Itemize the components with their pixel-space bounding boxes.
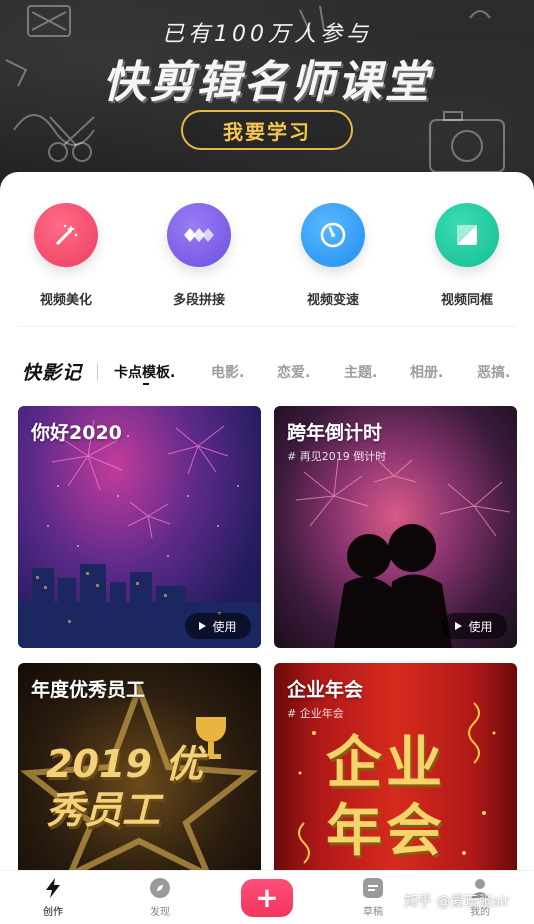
banner-subtitle: 已有100万人参与 bbox=[162, 22, 372, 47]
create-plus-button[interactable]: + bbox=[241, 879, 293, 917]
nav-discover[interactable]: 发现 bbox=[130, 877, 190, 918]
tool-label: 视频变速 bbox=[306, 293, 359, 308]
nav-label: 创作 bbox=[43, 907, 63, 918]
tool-speed-change[interactable]: 视频变速 bbox=[278, 203, 388, 308]
brand-logo: 快影记 bbox=[22, 362, 83, 384]
tab-love[interactable]: 恋爱. bbox=[277, 362, 310, 382]
card-hashtag: # 企业年会 bbox=[287, 707, 344, 720]
tab-separator bbox=[97, 363, 98, 381]
card-title: 你好2020 bbox=[31, 422, 122, 444]
tab-beat-template[interactable]: 卡点模板. bbox=[114, 362, 175, 382]
divider bbox=[18, 326, 516, 327]
play-icon bbox=[455, 622, 463, 630]
tool-video-beautify[interactable]: 视频美化 bbox=[11, 203, 121, 308]
active-tab-indicator bbox=[143, 383, 149, 385]
magic-wand-icon bbox=[34, 203, 98, 267]
tool-multi-splice[interactable]: 多段拼接 bbox=[144, 203, 254, 308]
tool-label: 多段拼接 bbox=[172, 293, 225, 308]
nav-label: 草稿 bbox=[363, 907, 383, 918]
main-sheet: 视频美化 多段拼接 视频变速 视频同框 快影记 卡点模板. 电影. 恋爱. 主题… bbox=[0, 172, 534, 924]
banner-title: 快剪辑名师课堂 bbox=[102, 57, 432, 108]
split-frame-icon bbox=[435, 203, 499, 267]
use-button[interactable]: 使用 bbox=[185, 613, 251, 639]
card-art-text: 企业 年会 bbox=[326, 730, 446, 864]
tool-label: 视频同框 bbox=[440, 293, 493, 308]
tab-album[interactable]: 相册. bbox=[410, 362, 443, 382]
segments-icon bbox=[167, 203, 231, 267]
use-button[interactable]: 使用 bbox=[441, 613, 507, 639]
tab-spoof[interactable]: 恶搞. bbox=[477, 362, 510, 382]
nav-drafts[interactable]: 草稿 bbox=[343, 877, 403, 918]
template-card[interactable]: 你好2020 使用 bbox=[18, 406, 261, 648]
card-hashtag: # 再见2019 倒计时 bbox=[287, 450, 387, 463]
card-art-text: 2019 优秀员工 bbox=[46, 742, 203, 832]
template-card[interactable]: 企业年会 # 企业年会 企业 年会 bbox=[274, 663, 517, 905]
play-icon bbox=[199, 622, 207, 630]
drafts-icon bbox=[363, 878, 383, 898]
tab-theme[interactable]: 主题. bbox=[344, 362, 377, 382]
card-title: 企业年会 bbox=[287, 679, 364, 701]
tab-movie[interactable]: 电影. bbox=[211, 362, 244, 382]
card-title: 跨年倒计时 bbox=[287, 422, 383, 444]
nav-label: 发现 bbox=[150, 907, 170, 918]
lightning-icon bbox=[46, 878, 60, 898]
tool-same-frame[interactable]: 视频同框 bbox=[412, 203, 522, 308]
tool-label: 视频美化 bbox=[39, 293, 92, 308]
compass-icon bbox=[150, 878, 170, 898]
nav-create[interactable]: 创作 bbox=[23, 877, 83, 918]
use-button-label: 使用 bbox=[468, 619, 493, 634]
course-banner[interactable]: 已有100万人参与 快剪辑名师课堂 我要学习 bbox=[0, 0, 534, 200]
template-card[interactable]: 跨年倒计时 # 再见2019 倒计时 使用 bbox=[274, 406, 517, 648]
use-button-label: 使用 bbox=[212, 619, 237, 634]
card-title: 年度优秀员工 bbox=[31, 679, 146, 701]
learn-button[interactable]: 我要学习 bbox=[181, 110, 353, 150]
template-card[interactable]: 年度优秀员工 2019 优秀员工 bbox=[18, 663, 261, 905]
watermark: 知乎 @爱玩张sir bbox=[404, 894, 510, 910]
category-tabs: 快影记 卡点模板. 电影. 恋爱. 主题. 相册. 恶搞. bbox=[0, 358, 534, 388]
speedometer-icon bbox=[301, 203, 365, 267]
